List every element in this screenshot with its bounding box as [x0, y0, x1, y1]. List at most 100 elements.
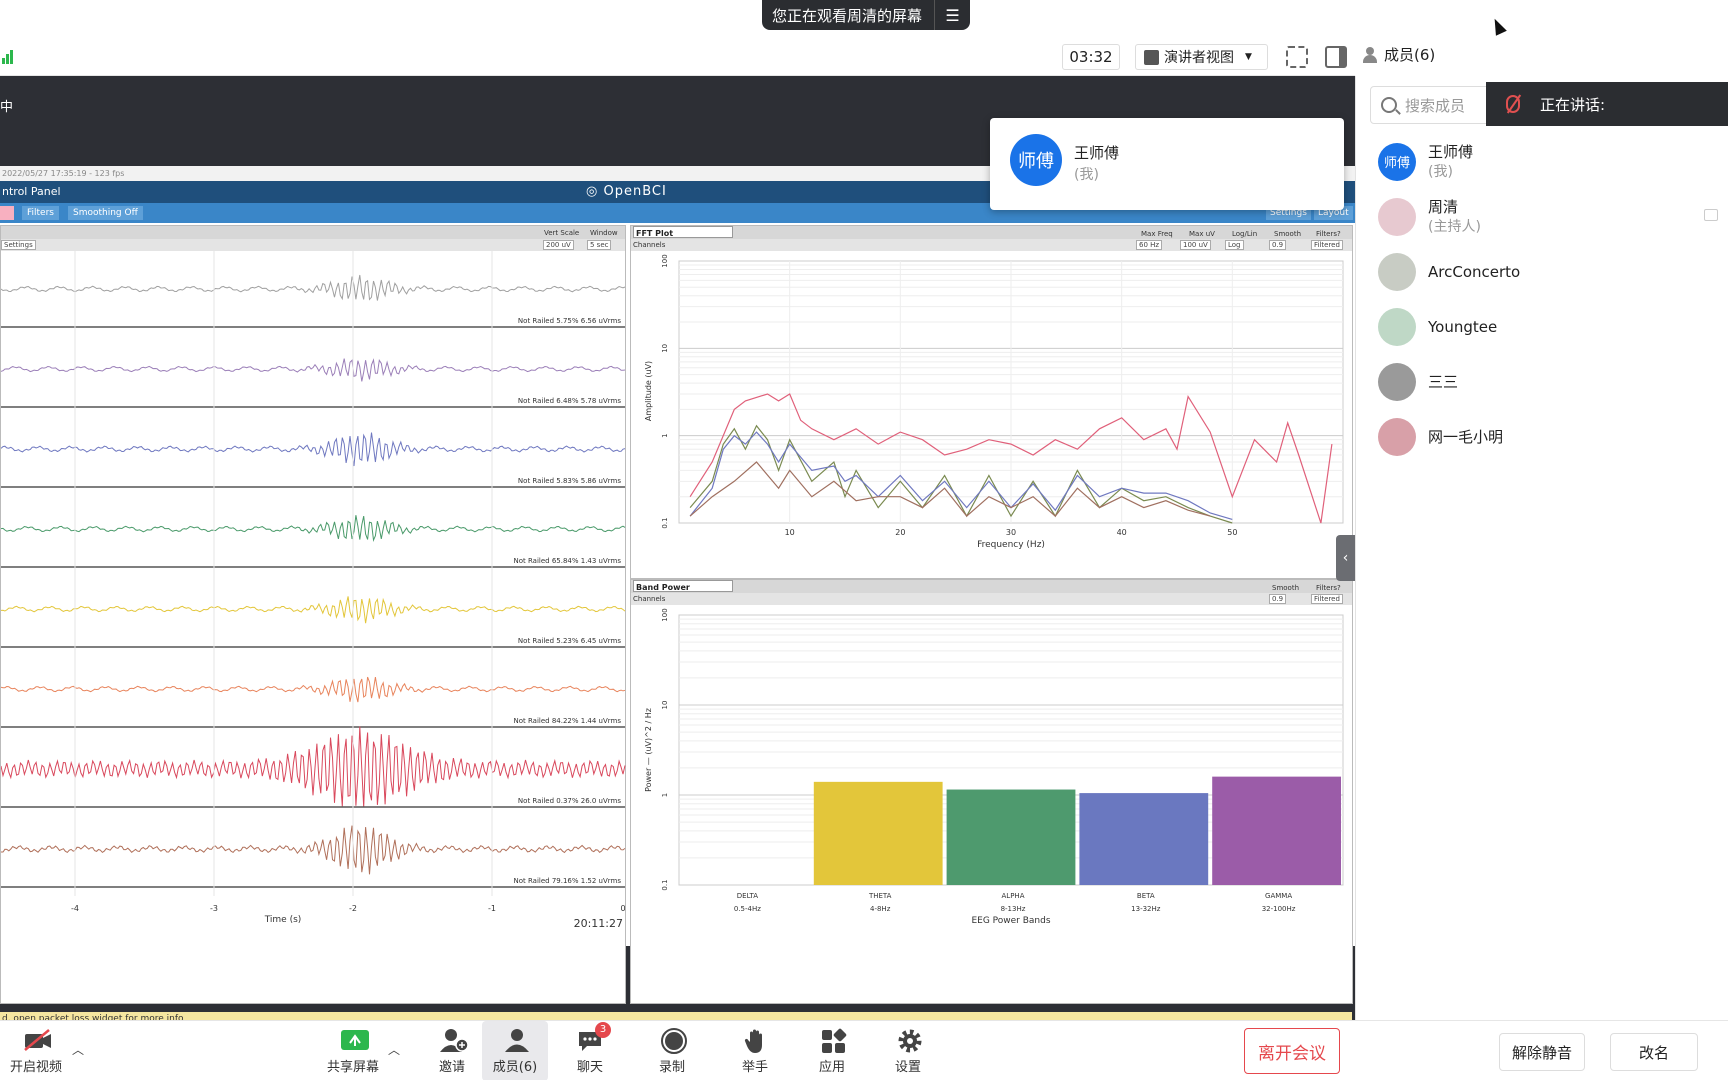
participant-name: 周清 — [1428, 197, 1459, 216]
fft-x-tick: 30 — [1006, 528, 1016, 537]
participant-row[interactable]: ArcConcerto — [1356, 244, 1728, 299]
private-chat-icon[interactable] — [1704, 209, 1718, 221]
control-panel-label: ntrol Panel — [2, 185, 61, 198]
participant-name-block: ArcConcerto — [1428, 262, 1520, 282]
ts-x-tick: -2 — [349, 904, 357, 913]
fft-tab[interactable]: FFT Plot — [633, 226, 733, 238]
ts-x-tick: -4 — [71, 904, 79, 913]
participant-name: ArcConcerto — [1428, 262, 1521, 281]
invite-button[interactable]: 邀请 — [424, 1021, 480, 1080]
invite-icon — [439, 1028, 469, 1052]
bp-smooth-select[interactable]: 0.9 — [1269, 594, 1287, 604]
fft-control-row: Channels 60 Hz 100 uV Log 0.9 Filtered — [631, 239, 1352, 251]
bp-y-tick: 10 — [661, 701, 669, 710]
raise-hand-button[interactable]: 举手 — [727, 1021, 783, 1080]
settings-label: 设置 — [894, 1059, 921, 1075]
fullscreen-icon[interactable] — [1286, 46, 1308, 68]
ts-channel-trace — [1, 726, 626, 808]
ts-x-tick: -3 — [210, 904, 218, 913]
participant-name-block: 周清 (主持人) — [1428, 197, 1481, 237]
vert-scale-select[interactable]: 200 uV — [543, 240, 574, 250]
fft-panel: FFT Plot Max Freq Max uV Log/Lin Smooth … — [630, 225, 1353, 579]
ts-control-row: Settings 200 uV 5 sec — [1, 239, 625, 251]
fft-smooth-select[interactable]: 0.9 — [1269, 240, 1287, 250]
record-label: 录制 — [658, 1059, 685, 1075]
participant-row[interactable]: Youngtee — [1356, 299, 1728, 354]
log-lin-select[interactable]: Log — [1225, 240, 1244, 250]
members-icon — [502, 1028, 529, 1052]
apps-button[interactable]: 应用 — [804, 1021, 860, 1080]
fft-y-tick: 1 — [661, 433, 669, 437]
bp-channels-label[interactable]: Channels — [633, 593, 665, 605]
participant-row[interactable]: 网一毛小明 — [1356, 409, 1728, 464]
band-power-tab[interactable]: Band Power — [633, 580, 733, 592]
side-panel-toggle-icon[interactable] — [1325, 46, 1347, 68]
bp-category-range: 13-32Hz — [1131, 905, 1161, 913]
leave-meeting-button[interactable]: 离开会议 — [1244, 1028, 1340, 1074]
participant-row[interactable]: 三三 — [1356, 354, 1728, 409]
ts-settings-button[interactable]: Settings — [1, 240, 36, 250]
start-button[interactable] — [0, 206, 14, 220]
participant-name-block: Youngtee — [1428, 317, 1497, 337]
participant-name: 王师傅 — [1428, 142, 1474, 161]
max-freq-select[interactable]: 60 Hz — [1136, 240, 1163, 250]
bp-category-label: DELTA — [737, 892, 758, 900]
avatar: 师傅 — [1378, 142, 1416, 181]
ts-channel-trace — [1, 432, 626, 467]
chevron-down-icon: ▼ — [1245, 52, 1252, 62]
ts-channel-trace — [1, 596, 626, 624]
record-button[interactable]: 录制 — [644, 1021, 700, 1080]
ts-channel-trace — [1, 274, 626, 301]
video-options-chevron-icon[interactable]: ︿ — [72, 1041, 84, 1058]
bp-category-label: BETA — [1137, 892, 1155, 900]
share-screen-button[interactable]: 共享屏幕 — [325, 1021, 381, 1080]
max-uv-select[interactable]: 100 uV — [1180, 240, 1211, 250]
invite-label: 邀请 — [438, 1059, 465, 1075]
members-button[interactable]: 成员(6) — [482, 1021, 548, 1080]
filters-button[interactable]: Filters — [22, 206, 59, 220]
unmute-all-button[interactable]: 解除静音 — [1499, 1033, 1585, 1071]
bp-bar — [1212, 776, 1341, 885]
chat-icon: 3 — [577, 1021, 611, 1052]
bp-category-range: 4-8Hz — [870, 905, 891, 913]
participant-name-block: 王师傅 (我) — [1428, 142, 1473, 182]
start-video-button[interactable]: 开启视频 — [8, 1021, 64, 1080]
bp-category-range: 0.5-4Hz — [734, 905, 761, 913]
fft-filter-select[interactable]: Filtered — [1311, 240, 1343, 250]
smoothing-button[interactable]: Smoothing Off — [68, 206, 143, 220]
raise-hand-label: 举手 — [741, 1059, 768, 1075]
mouse-cursor-icon — [1489, 16, 1507, 36]
signal-strength-icon — [2, 50, 14, 64]
fft-x-tick: 20 — [895, 528, 905, 537]
ts-title-row: Vert Scale Window — [1, 226, 625, 239]
record-icon — [659, 1027, 687, 1054]
menu-lines-icon[interactable]: ☰ — [934, 0, 970, 30]
ts-channel-trace — [1, 358, 626, 382]
view-mode-select[interactable]: 演讲者视图 ▼ — [1135, 44, 1268, 70]
ts-channel-trace — [1, 515, 626, 542]
fft-chart: 100 10 1 0.1 10 20 30 40 50 Frequency (Hz) Amplitu… — [644, 254, 1344, 550]
chat-label: 聊天 — [576, 1059, 603, 1075]
fft-channels-label[interactable]: Channels — [633, 239, 665, 251]
fft-y-tick: 100 — [661, 254, 669, 267]
popup-sub: (我) — [1074, 167, 1099, 183]
participant-role: (主持人) — [1428, 218, 1481, 235]
chat-button[interactable]: 3 聊天 — [562, 1021, 618, 1080]
top-toolbar: 03:32 演讲者视图 ▼ — [0, 38, 1355, 76]
shared-window-title: 中 — [0, 100, 14, 115]
logo-text: OpenBCI — [603, 184, 667, 199]
participant-row[interactable]: 师傅 王师傅 (我) — [1356, 134, 1728, 189]
fft-x-tick: 10 — [785, 528, 795, 537]
participant-row[interactable]: 周清 (主持人) — [1356, 189, 1728, 244]
collapse-sidebar-icon[interactable]: ‹ — [1336, 535, 1355, 581]
bp-x-label: EEG Power Bands — [971, 916, 1050, 926]
settings-button[interactable]: 设置 — [880, 1021, 936, 1080]
time-series-panel: Vert Scale Window Settings 200 uV 5 sec … — [0, 225, 626, 1004]
share-options-chevron-icon[interactable]: ︿ — [388, 1041, 400, 1058]
fft-title-row: FFT Plot Max Freq Max uV Log/Lin Smooth … — [631, 226, 1352, 239]
window-select[interactable]: 5 sec — [587, 240, 612, 250]
ts-x-label: Time (s) — [264, 915, 302, 925]
avatar: 师傅 — [1010, 134, 1062, 186]
bp-filter-select[interactable]: Filtered — [1311, 594, 1343, 604]
rename-button[interactable]: 改名 — [1610, 1033, 1698, 1071]
